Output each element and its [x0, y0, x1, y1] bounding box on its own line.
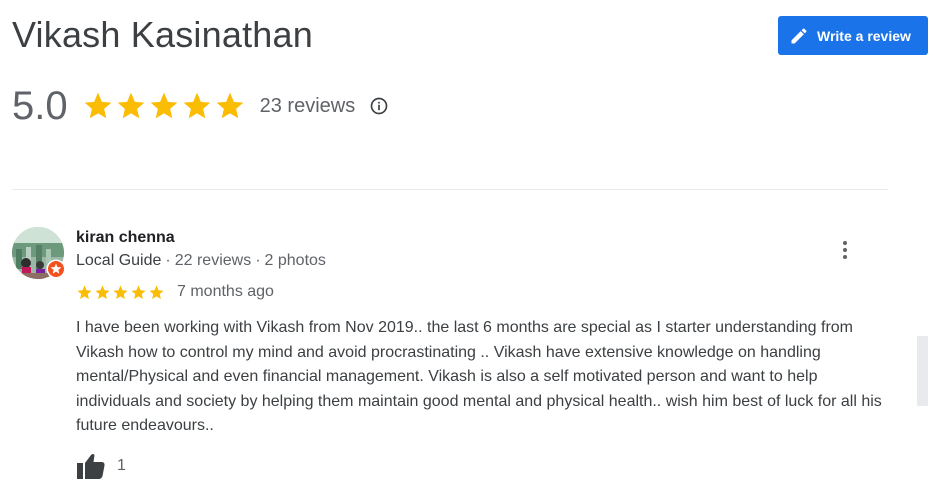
star-icon: [84, 92, 111, 119]
star-icon: [149, 284, 164, 299]
reviewer-meta: Local Guide · 22 reviews · 2 photos: [76, 252, 326, 270]
star-icon: [117, 92, 144, 119]
write-review-button[interactable]: Write a review: [778, 16, 928, 55]
review-text: I have been working with Vikash from Nov…: [76, 319, 882, 434]
reviewer-name[interactable]: kiran chenna: [76, 229, 175, 247]
place-title: Vikash Kasinathan: [12, 14, 313, 55]
rating-stars: [82, 90, 246, 122]
reviewer-reviews-count: 22 reviews: [174, 252, 252, 269]
reviewer-photos-count: 2 photos: [264, 252, 326, 269]
star-icon: [113, 284, 128, 299]
section-divider: [12, 189, 888, 190]
info-icon[interactable]: [369, 96, 389, 116]
write-review-label: Write a review: [817, 27, 911, 44]
star-icon: [183, 92, 210, 119]
star-icon: [150, 92, 177, 119]
thumbs-up-icon: [77, 454, 105, 479]
meta-separator: ·: [165, 252, 171, 269]
more-vert-icon[interactable]: [835, 238, 855, 262]
star-icon: [77, 284, 92, 299]
star-icon: [131, 284, 146, 299]
pencil-icon: [789, 26, 809, 46]
review-stars: [76, 284, 165, 301]
meta-separator: ·: [255, 252, 261, 269]
scrollbar[interactable]: [917, 336, 928, 406]
review-time: 7 months ago: [177, 283, 274, 300]
like-count: 1: [117, 457, 126, 474]
star-icon: [216, 92, 243, 119]
star-icon: [95, 284, 110, 299]
local-guide-label: Local Guide: [76, 252, 162, 269]
review-rating-row: 7 months ago: [76, 283, 274, 301]
like-button[interactable]: 1: [76, 452, 126, 480]
reviews-count: 23 reviews: [259, 94, 356, 117]
average-rating: 5.0: [12, 83, 68, 128]
local-guide-badge-icon: [46, 259, 66, 279]
rating-summary: 5.0 23 reviews: [12, 80, 389, 132]
